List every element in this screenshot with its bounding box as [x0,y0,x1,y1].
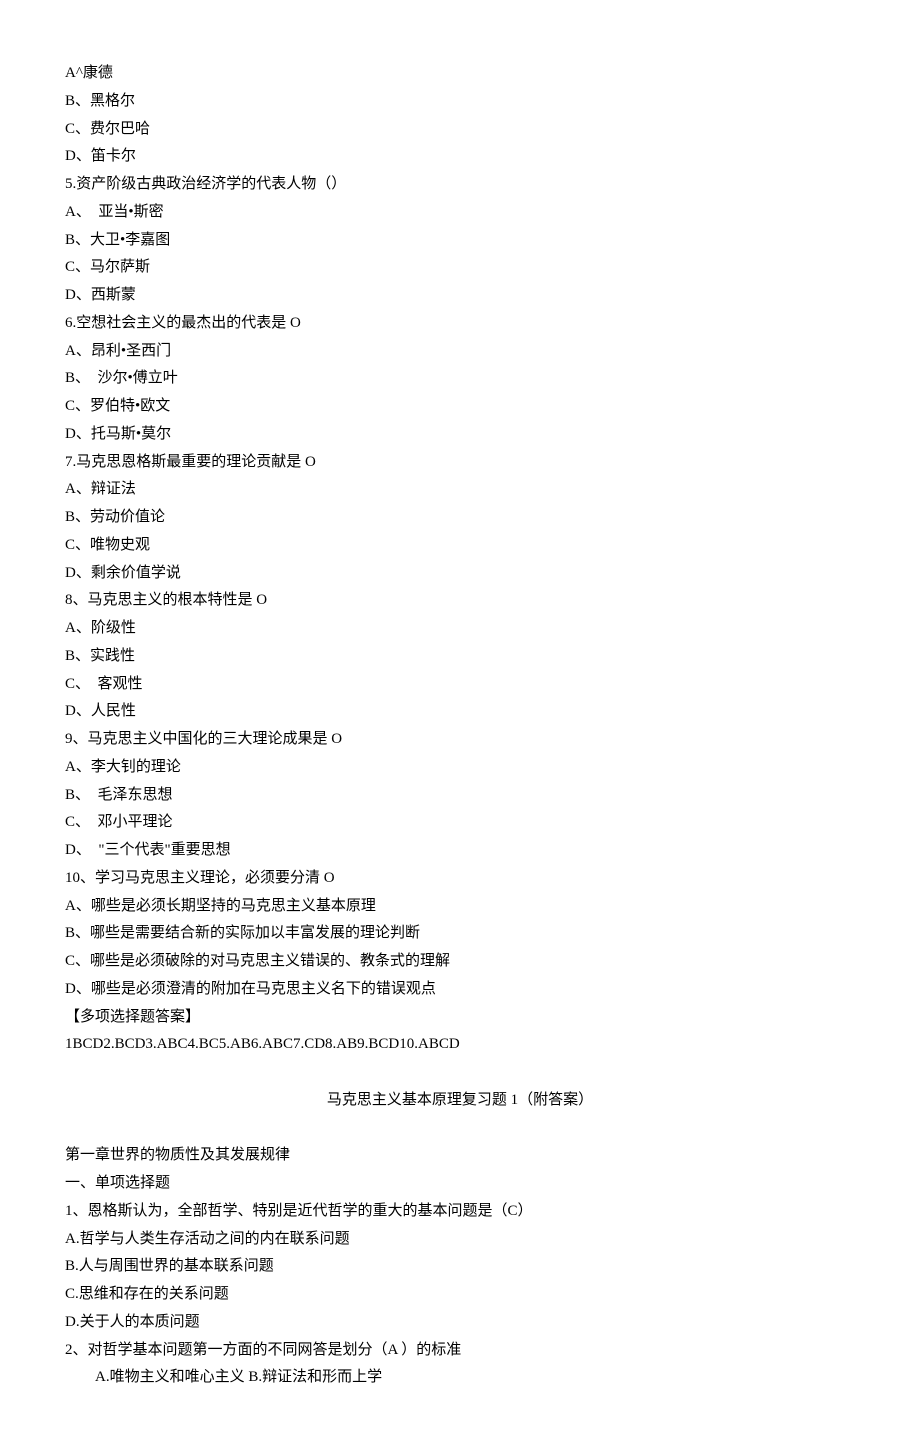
q5-option-b: B、大卫•李嘉图 [65,227,855,255]
q10-stem: 10、学习马克思主义理论，必须要分清 O [65,865,855,893]
q7-option-b: B、劳动价值论 [65,504,855,532]
c1-q1-stem: 1、恩格斯认为，全部哲学、特别是近代哲学的重大的基本问题是（C） [65,1198,855,1226]
q4-option-c: C、费尔巴哈 [65,116,855,144]
q6-option-c: C、罗伯特•欧文 [65,393,855,421]
q4-option-b: B、黑格尔 [65,88,855,116]
c1-q2-stem: 2、对哲学基本问题第一方面的不同网答是划分（A ）的标准 [65,1337,855,1365]
c1-q2-option-ab: A.唯物主义和唯心主义 B.辩证法和形而上学 [65,1364,855,1392]
q9-option-c: C、 邓小平理论 [65,809,855,837]
q10-option-d: D、哪些是必须澄清的附加在马克思主义名下的错误观点 [65,976,855,1004]
q9-option-d: D、 "三个代表"重要思想 [65,837,855,865]
q9-option-b: B、 毛泽东思想 [65,782,855,810]
q8-option-d: D、人民性 [65,698,855,726]
blank-line [65,1059,855,1087]
q5-option-a: A、 亚当•斯密 [65,199,855,227]
q4-option-a: A^康德 [65,60,855,88]
c1-q1-option-b: B.人与周围世界的基本联系问题 [65,1253,855,1281]
q7-option-d: D、剩余价值学说 [65,560,855,588]
q8-stem: 8、马克思主义的根本特性是 O [65,587,855,615]
q7-option-c: C、唯物史观 [65,532,855,560]
q5-option-c: C、马尔萨斯 [65,254,855,282]
q4-option-d: D、笛卡尔 [65,143,855,171]
q10-option-a: A、哪些是必须长期坚持的马克思主义基本原理 [65,893,855,921]
c1-q1-option-c: C.思维和存在的关系问题 [65,1281,855,1309]
q6-option-b: B、 沙尔•傅立叶 [65,365,855,393]
q6-option-a: A、昂利•圣西门 [65,338,855,366]
blank-line [65,1115,855,1143]
q7-stem: 7.马克思恩格斯最重要的理论贡献是 O [65,449,855,477]
chapter-heading: 第一章世界的物质性及其发展规律 [65,1142,855,1170]
answer-line: 1BCD2.BCD3.ABC4.BC5.AB6.ABC7.CD8.AB9.BCD… [65,1031,855,1059]
q10-option-c: C、哪些是必须破除的对马克思主义错误的、教条式的理解 [65,948,855,976]
q8-option-c: C、 客观性 [65,671,855,699]
q6-stem: 6.空想社会主义的最杰出的代表是 O [65,310,855,338]
c1-q1-option-a: A.哲学与人类生存活动之间的内在联系问题 [65,1226,855,1254]
q5-stem: 5.资产阶级古典政治经济学的代表人物（） [65,171,855,199]
q9-stem: 9、马克思主义中国化的三大理论成果是 O [65,726,855,754]
q8-option-b: B、实践性 [65,643,855,671]
section-title: 马克思主义基本原理复习题 1（附答案） [65,1087,855,1115]
q6-option-d: D、托马斯•莫尔 [65,421,855,449]
answer-header: 【多项选择题答案】 [65,1004,855,1032]
q10-option-b: B、哪些是需要结合新的实际加以丰富发展的理论判断 [65,920,855,948]
c1-q1-option-d: D.关于人的本质问题 [65,1309,855,1337]
q9-option-a: A、李大钊的理论 [65,754,855,782]
section-heading: 一、单项选择题 [65,1170,855,1198]
q5-option-d: D、西斯蒙 [65,282,855,310]
q7-option-a: A、辩证法 [65,476,855,504]
q8-option-a: A、阶级性 [65,615,855,643]
